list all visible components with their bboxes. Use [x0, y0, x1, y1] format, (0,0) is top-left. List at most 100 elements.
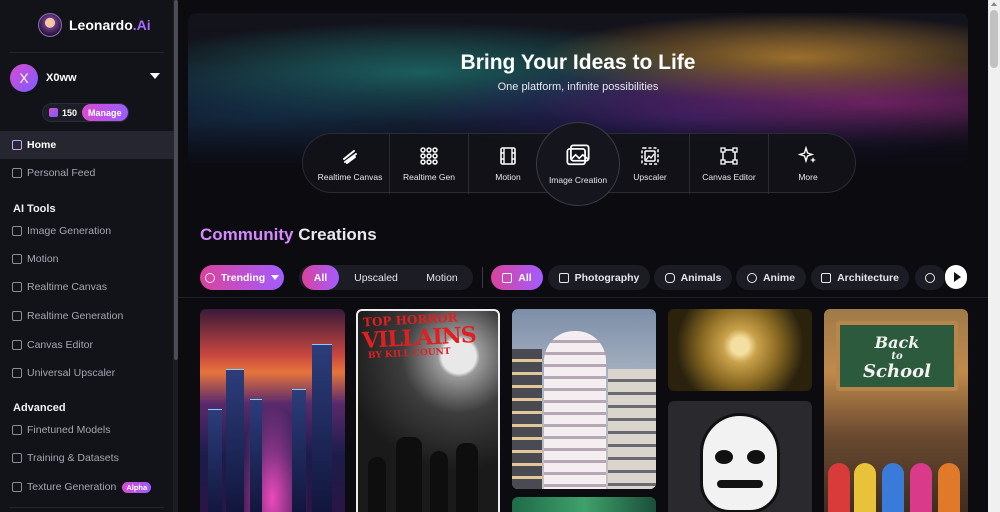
- tool-label: More: [798, 172, 818, 182]
- community-heading: Community Creations: [200, 225, 377, 244]
- card-text: School: [863, 361, 931, 382]
- sidebar: Leonardo.Ai X X0ww 150 Manage Home Perso…: [0, 0, 174, 512]
- image-icon: [12, 226, 22, 236]
- tool-canvas-editor[interactable]: Canvas Editor: [690, 134, 768, 194]
- scrollbar-thumb[interactable]: [990, 10, 998, 68]
- flame-icon: [204, 272, 215, 283]
- tool-label: Realtime Canvas: [317, 172, 383, 182]
- star-icon: [746, 272, 757, 283]
- category-animals[interactable]: Animals: [654, 265, 732, 290]
- upscale-icon: [641, 147, 659, 165]
- token-icon: [49, 108, 58, 117]
- brush-stroke-icon: [343, 150, 357, 164]
- dots-grid-icon: [420, 147, 438, 165]
- tool-image-creation[interactable]: Image Creation: [536, 122, 620, 206]
- gallery-card-golden-compass[interactable]: [668, 309, 812, 391]
- tool-upscaler[interactable]: Upscaler: [611, 134, 689, 194]
- brush-stroke-icon: [12, 282, 22, 292]
- gallery-card-partial[interactable]: [512, 497, 656, 512]
- brand-name: Leonardo: [69, 17, 133, 33]
- manage-button[interactable]: Manage: [82, 104, 128, 121]
- scroll-up-icon[interactable]: [991, 2, 997, 6]
- main-content: Bring Your Ideas to Life One platform, i…: [178, 0, 988, 512]
- chevron-down-icon[interactable]: [150, 73, 160, 79]
- alpha-badge: Alpha: [122, 481, 152, 493]
- sidebar-item-texture-generation[interactable]: Texture Generation Alpha: [0, 473, 174, 501]
- tool-more[interactable]: More: [769, 134, 847, 194]
- tool-label: Canvas Editor: [702, 172, 756, 182]
- sidebar-item-image-generation[interactable]: Image Generation: [0, 217, 174, 245]
- sidebar-item-finetuned-models[interactable]: Finetuned Models: [0, 416, 174, 444]
- category-photography[interactable]: Photography: [548, 265, 650, 290]
- film-icon: [12, 254, 22, 264]
- page-scrollbar[interactable]: [988, 0, 1000, 512]
- tab-all[interactable]: All: [302, 265, 339, 290]
- tab-motion[interactable]: Motion: [412, 265, 472, 290]
- tool-launcher: Realtime Canvas Realtime Gen Motion Imag…: [302, 122, 856, 206]
- brand-logo[interactable]: Leonardo.Ai: [38, 13, 151, 37]
- category-all[interactable]: All: [491, 265, 543, 290]
- chevron-down-icon: [271, 275, 280, 280]
- sidebar-item-canvas-editor[interactable]: Canvas Editor: [0, 331, 174, 359]
- camera-icon: [558, 272, 569, 283]
- gallery-card-architecture[interactable]: [512, 309, 656, 489]
- sidebar-item-label: Motion: [27, 253, 59, 265]
- sidebar-item-realtime-canvas[interactable]: Realtime Canvas: [0, 273, 174, 301]
- building-icon: [821, 272, 832, 283]
- cube-icon: [12, 425, 22, 435]
- sidebar-divider: [10, 52, 164, 53]
- sidebar-item-label: Image Generation: [27, 225, 112, 237]
- avatar: X: [10, 64, 38, 92]
- sidebar-item-universal-upscaler[interactable]: Universal Upscaler: [0, 359, 174, 387]
- dots-grid-icon: [12, 311, 22, 321]
- trending-dropdown[interactable]: Trending: [200, 265, 284, 290]
- category-more[interactable]: [915, 265, 945, 290]
- sidebar-item-motion[interactable]: Motion: [0, 245, 174, 273]
- brand-avatar-icon: [38, 13, 62, 37]
- gallery-card-cyberpunk-city[interactable]: [200, 309, 345, 512]
- sidebar-divider: [10, 507, 164, 508]
- category-architecture[interactable]: Architecture: [811, 265, 909, 290]
- tool-realtime-gen[interactable]: Realtime Gen: [390, 134, 468, 194]
- section-title-ai-tools: AI Tools: [13, 203, 56, 215]
- tool-label: Motion: [495, 172, 521, 182]
- app-root: Leonardo.Ai X X0ww 150 Manage Home Perso…: [0, 0, 1000, 512]
- cat-icon: [664, 272, 675, 283]
- sidebar-item-label: Training & Datasets: [27, 452, 119, 464]
- upscale-icon: [12, 368, 22, 378]
- canvas-icon: [12, 340, 22, 350]
- filter-divider-line: [178, 297, 988, 298]
- person-icon: [925, 272, 935, 283]
- gallery-card-skull-sticker[interactable]: [668, 401, 812, 512]
- sidebar-item-label: Canvas Editor: [27, 339, 93, 351]
- filter-bar: Trending All Upscaled Motion All Photogr…: [178, 262, 968, 292]
- sidebar-item-label: Realtime Canvas: [27, 281, 107, 293]
- grid-icon: [502, 272, 513, 283]
- category-anime[interactable]: Anime: [736, 265, 806, 290]
- chevron-right-icon: [953, 272, 961, 282]
- tool-realtime-canvas[interactable]: Realtime Canvas: [311, 134, 389, 194]
- images-icon: [566, 144, 590, 166]
- card-text: Back: [874, 333, 920, 352]
- sidebar-item-label: Texture Generation: [27, 481, 117, 493]
- sidebar-item-label: Home: [27, 139, 57, 151]
- filter-divider: [482, 267, 483, 288]
- hero-subtitle: One platform, infinite possibilities: [497, 81, 659, 93]
- username: X0ww: [46, 72, 77, 84]
- scroll-right-button[interactable]: [945, 265, 967, 289]
- sidebar-item-label: Realtime Generation: [27, 310, 124, 322]
- sidebar-item-training-datasets[interactable]: Training & Datasets: [0, 444, 174, 472]
- sidebar-item-personal-feed[interactable]: Personal Feed: [0, 159, 174, 187]
- gallery-card-back-to-school[interactable]: Back to School: [824, 309, 968, 512]
- grid-icon: [12, 168, 22, 178]
- brand-suffix: .Ai: [132, 17, 151, 33]
- token-count: 150: [62, 107, 78, 118]
- tool-label: Image Creation: [548, 175, 608, 185]
- tab-upscaled[interactable]: Upscaled: [344, 265, 408, 290]
- canvas-icon: [720, 147, 738, 165]
- user-menu[interactable]: X X0ww: [10, 64, 164, 92]
- gallery-card-horror-villains[interactable]: TOP HORROR VILLAINS BY KILL COUNT: [356, 309, 500, 512]
- sidebar-item-label: Personal Feed: [27, 167, 96, 179]
- sidebar-item-realtime-generation[interactable]: Realtime Generation: [0, 302, 174, 330]
- sidebar-item-home[interactable]: Home: [0, 131, 174, 159]
